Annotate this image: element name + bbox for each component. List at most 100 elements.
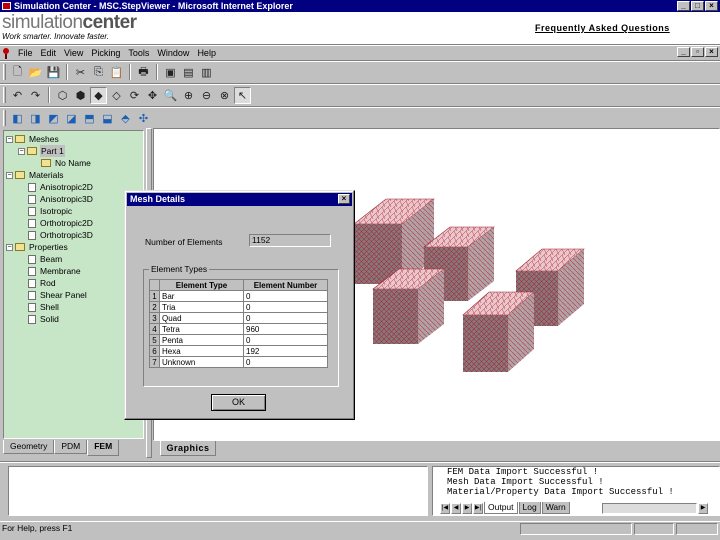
tree-node-shear-panel[interactable]: Shear Panel — [4, 289, 143, 301]
table-row[interactable]: 7 Unknown 0 — [149, 356, 328, 368]
toolbar-gripper[interactable] — [3, 110, 6, 126]
tree-node-part-1[interactable]: − Part 1 — [4, 145, 143, 157]
collapse-icon[interactable]: − — [6, 243, 13, 251]
collapse-icon[interactable]: − — [6, 135, 13, 143]
tab-log[interactable]: Log — [518, 502, 541, 514]
tree-node-membrane[interactable]: Membrane — [4, 265, 143, 277]
tree-node-anisotropic3d[interactable]: Anisotropic3D — [4, 193, 143, 205]
dialog-titlebar[interactable]: Mesh Details × — [127, 193, 352, 206]
paste-icon[interactable]: 📋 — [108, 64, 125, 81]
pin-icon[interactable] — [2, 47, 10, 59]
shaded-icon[interactable]: ◆ — [90, 86, 107, 104]
simulation-center-logo[interactable]: simulationcenter — [2, 13, 137, 33]
back-view-icon[interactable]: ◨ — [27, 110, 44, 127]
tree-node-properties[interactable]: − Properties — [4, 241, 143, 253]
tab-output[interactable]: Output — [484, 502, 518, 514]
next-tab-icon[interactable]: ▶ — [462, 502, 472, 514]
zoom-box-icon[interactable]: ⊗ — [216, 87, 233, 104]
prev-tab-icon[interactable]: ◀ — [451, 502, 461, 514]
row-number: 4 — [149, 323, 160, 335]
faq-link[interactable]: Frequently Asked Questions — [535, 23, 670, 33]
pointer-icon[interactable]: ↖ — [234, 86, 251, 104]
new-icon[interactable]: 🗋 — [9, 64, 26, 81]
pan-icon[interactable]: ✥ — [144, 87, 161, 104]
table-row[interactable]: 3 Quad 0 — [149, 312, 328, 324]
collapse-icon[interactable]: − — [18, 147, 25, 155]
menu-help[interactable]: Help — [197, 48, 216, 58]
menu-file[interactable]: File — [18, 48, 33, 58]
undo-icon[interactable]: ↶ — [9, 87, 26, 104]
first-tab-icon[interactable]: |◀ — [440, 502, 450, 514]
tree-node-anisotropic2d[interactable]: Anisotropic2D — [4, 181, 143, 193]
toolbar-gripper[interactable] — [3, 64, 6, 80]
wireframe-icon[interactable]: ◇ — [108, 87, 125, 104]
table-row[interactable]: 4 Tetra 960 — [149, 323, 328, 335]
output-left-pane[interactable] — [8, 466, 428, 516]
tree-node-meshes[interactable]: − Meshes — [4, 133, 143, 145]
print-icon[interactable]: 🖶 — [135, 64, 152, 81]
pick-icon[interactable]: ⬢ — [72, 87, 89, 104]
dialog-close-button[interactable]: × — [338, 194, 350, 204]
column-header[interactable]: Element Number — [243, 279, 328, 291]
table-row[interactable]: 1 Bar 0 — [149, 290, 328, 302]
tree-node-materials[interactable]: − Materials — [4, 169, 143, 181]
mdi-restore-button[interactable]: ▫ — [691, 47, 704, 57]
ok-button[interactable]: OK — [211, 394, 266, 411]
menu-window[interactable]: Window — [157, 48, 189, 58]
left-view-icon[interactable]: ◩ — [45, 110, 62, 127]
tab-fem[interactable]: FEM — [87, 440, 120, 456]
tree-node-isotropic[interactable]: Isotropic — [4, 205, 143, 217]
table-row[interactable]: 6 Hexa 192 — [149, 345, 328, 357]
fit-icon[interactable]: ✣ — [135, 110, 152, 127]
bottom-view-icon[interactable]: ⬓ — [99, 110, 116, 127]
tab-graphics[interactable]: Graphics — [160, 441, 216, 456]
tree-node-orthotropic3d[interactable]: Orthotropic3D — [4, 229, 143, 241]
zoom-icon[interactable]: 🔍 — [162, 87, 179, 104]
table-row[interactable]: 5 Penta 0 — [149, 334, 328, 346]
menu-view[interactable]: View — [64, 48, 83, 58]
last-tab-icon[interactable]: ▶| — [473, 502, 483, 514]
zoom-out-icon[interactable]: ⊖ — [198, 87, 215, 104]
scroll-right-icon[interactable]: ▶ — [698, 503, 708, 514]
tree-node-shell[interactable]: Shell — [4, 301, 143, 313]
column-header[interactable]: Element Type — [159, 279, 244, 291]
redo-icon[interactable]: ↷ — [27, 87, 44, 104]
maximize-button[interactable]: □ — [691, 1, 704, 11]
front-view-icon[interactable]: ◧ — [9, 110, 26, 127]
minimize-button[interactable]: _ — [677, 1, 690, 11]
tab-pdm[interactable]: PDM — [54, 440, 88, 454]
close-button[interactable]: × — [705, 1, 718, 11]
tree-label: Part 1 — [40, 145, 65, 157]
mdi-close-button[interactable]: × — [705, 47, 718, 57]
window-titlebar[interactable]: Simulation Center - MSC.StepViewer - Mic… — [0, 0, 720, 12]
menu-picking[interactable]: Picking — [91, 48, 120, 58]
mdi-minimize-button[interactable]: _ — [677, 47, 690, 57]
cut-icon[interactable]: ✂ — [72, 64, 89, 81]
tab-warn[interactable]: Warn — [541, 502, 570, 514]
tree-node-beam[interactable]: Beam — [4, 253, 143, 265]
copy-icon[interactable]: ⎘ — [90, 64, 107, 81]
rotate-icon[interactable]: ⟳ — [126, 87, 143, 104]
view2-icon[interactable]: ▤ — [180, 64, 197, 81]
save-icon[interactable]: 💾 — [45, 64, 62, 81]
tab-geometry[interactable]: Geometry — [3, 440, 55, 454]
tree-node-no-name[interactable]: No Name — [4, 157, 143, 169]
model-tree[interactable]: − Meshes − Part 1 No Name − Materials Aniso… — [3, 130, 144, 439]
iso-view-icon[interactable]: ⬘ — [117, 110, 134, 127]
table-row[interactable]: 2 Tria 0 — [149, 301, 328, 313]
tree-node-solid[interactable]: Solid — [4, 313, 143, 325]
view3-icon[interactable]: ▥ — [198, 64, 215, 81]
view-icon[interactable]: ▣ — [162, 64, 179, 81]
tree-node-rod[interactable]: Rod — [4, 277, 143, 289]
right-view-icon[interactable]: ◪ — [63, 110, 80, 127]
toolbar-gripper[interactable] — [3, 87, 6, 103]
menu-edit[interactable]: Edit — [41, 48, 57, 58]
select-icon[interactable]: ⬡ — [54, 87, 71, 104]
open-icon[interactable]: 📂 — [27, 64, 44, 81]
tree-node-orthotropic2d[interactable]: Orthotropic2D — [4, 217, 143, 229]
zoom-in-icon[interactable]: ⊕ — [180, 87, 197, 104]
menu-tools[interactable]: Tools — [128, 48, 149, 58]
top-view-icon[interactable]: ⬒ — [81, 110, 98, 127]
output-horizontal-scrollbar[interactable] — [602, 503, 697, 514]
collapse-icon[interactable]: − — [6, 171, 13, 179]
